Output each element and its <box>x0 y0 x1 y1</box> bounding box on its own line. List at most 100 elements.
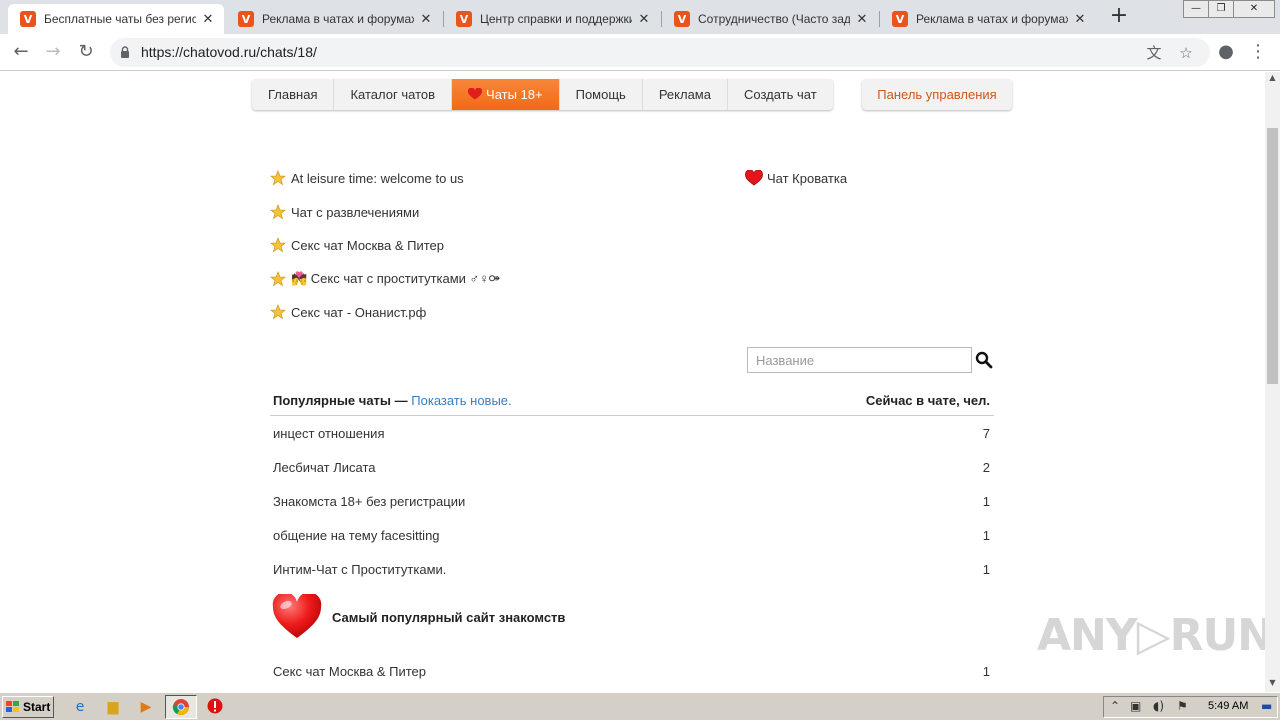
search-icon[interactable] <box>975 351 993 369</box>
window-close-icon[interactable]: ✕ <box>1233 0 1275 18</box>
forward-icon[interactable]: → <box>41 41 65 65</box>
anyrun-watermark: ANY▷RUN <box>1037 610 1265 661</box>
close-tab-icon[interactable]: ✕ <box>1072 12 1088 27</box>
star-icon <box>270 170 286 186</box>
chat-row[interactable]: Лесбичат Лисата 2 <box>270 450 994 484</box>
promo-banner[interactable]: Самый популярный сайт знакомств <box>272 594 565 640</box>
start-label: Start <box>23 700 51 714</box>
menu-kebab-icon[interactable]: ⋮ <box>1246 41 1270 65</box>
stop-icon[interactable] <box>206 698 224 716</box>
tab-title: Реклама в чатах и форумах - С <box>262 12 414 26</box>
tab-strip: V Бесплатные чаты без регистр ✕ V Реклам… <box>0 0 1280 34</box>
nav-item-catalog[interactable]: Каталог чатов <box>334 79 453 110</box>
list-title-text: Популярные чаты <box>273 393 392 408</box>
search-input[interactable] <box>747 347 972 373</box>
show-new-link[interactable]: Показать новые. <box>411 393 511 408</box>
lock-icon <box>121 46 129 58</box>
nav-item-help[interactable]: Помощь <box>560 79 643 110</box>
site-favicon-icon: V <box>20 11 36 27</box>
volume-icon[interactable]: ◖) <box>1153 699 1164 713</box>
count-header: Сейчас в чате, чел. <box>865 393 990 408</box>
main-nav: Главная Каталог чатов Чаты 18+ Помощь Ре… <box>252 79 833 110</box>
chat-count: 1 <box>982 562 990 577</box>
close-tab-icon[interactable]: ✕ <box>636 12 652 27</box>
browser-tab[interactable]: V Центр справки и поддержки с ✕ <box>444 4 660 34</box>
browser-tab[interactable]: V Реклама в чатах и форумах - С ✕ <box>226 4 442 34</box>
chat-row[interactable]: Интим-Чат с Проститутками. 1 <box>270 552 994 586</box>
show-desktop-icon[interactable]: ▬ <box>1261 699 1272 713</box>
scrollbar-thumb[interactable] <box>1267 128 1278 384</box>
featured-chat-link[interactable]: Секс чат Москва & Питер <box>270 237 444 253</box>
windows-logo-icon <box>6 701 19 712</box>
bookmark-star-icon[interactable]: ☆ <box>1176 43 1196 63</box>
media-player-icon[interactable]: ▶ <box>137 698 155 716</box>
scroll-up-icon[interactable]: ▲ <box>1265 73 1280 85</box>
browser-toolbar: ← → ↻ https://chatovod.ru/chats/18/ 文 ☆ … <box>0 34 1280 71</box>
tab-title: Бесплатные чаты без регистр <box>44 12 196 26</box>
scroll-down-icon[interactable]: ▼ <box>1265 678 1280 690</box>
close-tab-icon[interactable]: ✕ <box>418 12 434 27</box>
web-page: Главная Каталог чатов Чаты 18+ Помощь Ре… <box>0 72 1265 692</box>
chat-row[interactable]: общение на тему facesitting 1 <box>270 518 994 552</box>
close-tab-icon[interactable]: ✕ <box>854 12 870 27</box>
clock: 5:49 AM <box>1208 700 1249 712</box>
reload-icon[interactable]: ↻ <box>74 41 98 65</box>
featured-chat-link[interactable]: 💏 Секс чат с проститутками ♂♀⚩ <box>270 271 500 287</box>
system-tray: ⌃ ▣ ◖) ⚑ ▬ <box>1103 696 1278 718</box>
chat-name: Знакомста 18+ без регистрации <box>273 494 466 509</box>
chat-row[interactable]: инцест отношения 7 <box>270 416 994 450</box>
translate-icon[interactable]: 文 <box>1144 43 1164 63</box>
tab-title: Реклама в чатах и форумах - С <box>916 12 1068 26</box>
start-button[interactable]: Start <box>2 696 54 718</box>
browser-tab[interactable]: V Реклама в чатах и форумах - С ✕ <box>880 4 1096 34</box>
list-title-dash: — <box>391 393 412 408</box>
internet-explorer-icon[interactable]: e <box>71 698 89 716</box>
chat-name: инцест отношения <box>273 426 385 441</box>
star-icon <box>270 204 286 220</box>
chat-row[interactable]: Секс чат Москва & Питер 1 <box>270 654 994 688</box>
nav-item-home[interactable]: Главная <box>252 79 335 110</box>
nav-item-chats-18[interactable]: Чаты 18+ <box>452 79 560 110</box>
vertical-scrollbar[interactable]: ▲ ▼ <box>1265 72 1280 692</box>
nav-item-create-chat[interactable]: Создать чат <box>728 79 833 110</box>
windows-taskbar: Start e ▆ ▶ ⌃ ▣ ◖) ⚑ ▬ 5:49 AM <box>0 692 1280 720</box>
featured-chat-link[interactable]: Чат Кроватка <box>745 170 847 186</box>
nav-item-ads[interactable]: Реклама <box>643 79 728 110</box>
featured-chat-title: 💏 Секс чат с проститутками ♂♀⚩ <box>291 271 500 286</box>
featured-chat-link[interactable]: Секс чат - Онанист.рф <box>270 304 426 320</box>
tray-expand-icon[interactable]: ⌃ <box>1110 699 1120 713</box>
folder-icon[interactable]: ▆ <box>104 698 122 716</box>
tab-title: Сотрудничество (Часто задав <box>698 12 850 26</box>
tab-title: Центр справки и поддержки с <box>480 12 632 26</box>
chat-count: 1 <box>982 664 990 679</box>
chat-count: 1 <box>982 528 990 543</box>
site-favicon-icon: V <box>238 11 254 27</box>
minimize-icon[interactable]: — <box>1183 0 1209 18</box>
featured-chat-title: At leisure time: welcome to us <box>291 170 464 186</box>
site-favicon-icon: V <box>674 11 690 27</box>
chat-name: Лесбичат Лисата <box>273 460 376 475</box>
chat-row[interactable]: Знакомста 18+ без регистрации 1 <box>270 484 994 518</box>
restore-icon[interactable]: ❐ <box>1208 0 1234 18</box>
network-icon[interactable]: ▣ <box>1130 699 1141 713</box>
featured-chat-title: Секс чат Москва & Питер <box>291 237 444 253</box>
back-icon[interactable]: ← <box>9 41 33 65</box>
address-bar[interactable]: https://chatovod.ru/chats/18/ 文 ☆ <box>110 38 1210 67</box>
new-tab-button[interactable]: + <box>1108 5 1130 28</box>
browser-tab[interactable]: V Бесплатные чаты без регистр ✕ <box>8 4 224 34</box>
red-stop-icon <box>207 698 223 714</box>
chrome-taskbar-button[interactable] <box>165 695 197 719</box>
heart-icon <box>467 87 483 100</box>
star-icon <box>270 237 286 253</box>
close-tab-icon[interactable]: ✕ <box>200 12 216 27</box>
browser-tab[interactable]: V Сотрудничество (Часто задав ✕ <box>662 4 878 34</box>
profile-icon[interactable]: ● <box>1214 41 1238 65</box>
control-panel-button[interactable]: Панель управления <box>862 79 1012 110</box>
chat-count: 7 <box>982 426 990 441</box>
featured-chat-link[interactable]: At leisure time: welcome to us <box>270 170 464 186</box>
action-center-flag-icon[interactable]: ⚑ <box>1177 699 1188 713</box>
featured-chat-title: Чат с развлечениями <box>291 204 420 220</box>
chat-name: Интим-Чат с Проститутками. <box>273 562 447 577</box>
star-icon <box>270 271 286 287</box>
featured-chat-link[interactable]: Чат с развлечениями <box>270 204 419 220</box>
